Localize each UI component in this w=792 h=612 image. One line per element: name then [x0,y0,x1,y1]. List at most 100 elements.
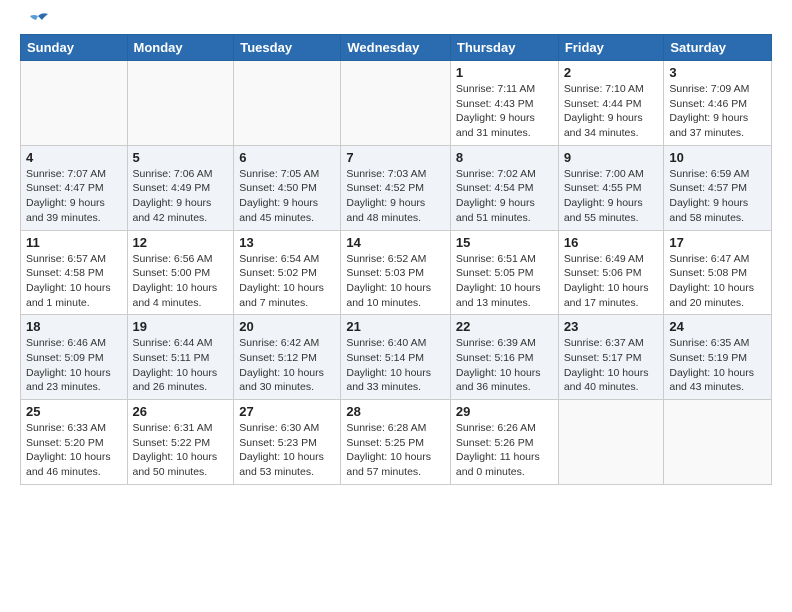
day-info: Sunrise: 6:40 AM Sunset: 5:14 PM Dayligh… [346,336,445,395]
calendar-day-cell: 7 Sunrise: 7:03 AM Sunset: 4:52 PM Daylig… [341,145,451,230]
day-number: 20 [239,319,335,334]
day-number: 1 [456,65,553,80]
day-number: 2 [564,65,659,80]
logo [20,16,50,26]
day-number: 9 [564,150,659,165]
day-info: Sunrise: 6:37 AM Sunset: 5:17 PM Dayligh… [564,336,659,395]
day-info: Sunrise: 6:56 AM Sunset: 5:00 PM Dayligh… [133,252,229,311]
calendar-header-wednesday: Wednesday [341,35,451,61]
day-number: 8 [456,150,553,165]
day-number: 13 [239,235,335,250]
calendar-header-thursday: Thursday [450,35,558,61]
calendar-week-row: 18 Sunrise: 6:46 AM Sunset: 5:09 PM Dayli… [21,315,772,400]
day-info: Sunrise: 7:05 AM Sunset: 4:50 PM Dayligh… [239,167,335,226]
day-info: Sunrise: 6:49 AM Sunset: 5:06 PM Dayligh… [564,252,659,311]
day-info: Sunrise: 7:02 AM Sunset: 4:54 PM Dayligh… [456,167,553,226]
calendar-header-monday: Monday [127,35,234,61]
day-info: Sunrise: 6:54 AM Sunset: 5:02 PM Dayligh… [239,252,335,311]
calendar-day-cell [341,61,451,146]
day-number: 4 [26,150,122,165]
calendar-day-cell: 4 Sunrise: 7:07 AM Sunset: 4:47 PM Daylig… [21,145,128,230]
day-info: Sunrise: 6:33 AM Sunset: 5:20 PM Dayligh… [26,421,122,480]
calendar-week-row: 4 Sunrise: 7:07 AM Sunset: 4:47 PM Daylig… [21,145,772,230]
day-number: 12 [133,235,229,250]
day-info: Sunrise: 7:03 AM Sunset: 4:52 PM Dayligh… [346,167,445,226]
day-info: Sunrise: 6:59 AM Sunset: 4:57 PM Dayligh… [669,167,766,226]
calendar-day-cell: 8 Sunrise: 7:02 AM Sunset: 4:54 PM Daylig… [450,145,558,230]
day-number: 17 [669,235,766,250]
calendar-day-cell: 27 Sunrise: 6:30 AM Sunset: 5:23 PM Dayli… [234,400,341,485]
calendar-day-cell: 17Sunrise: 6:47 AM Sunset: 5:08 PM Dayli… [664,230,772,315]
calendar-day-cell: 2 Sunrise: 7:10 AM Sunset: 4:44 PM Daylig… [558,61,664,146]
day-info: Sunrise: 6:28 AM Sunset: 5:25 PM Dayligh… [346,421,445,480]
calendar-day-cell: 25Sunrise: 6:33 AM Sunset: 5:20 PM Dayli… [21,400,128,485]
day-number: 22 [456,319,553,334]
calendar-day-cell [234,61,341,146]
day-info: Sunrise: 7:00 AM Sunset: 4:55 PM Dayligh… [564,167,659,226]
day-info: Sunrise: 6:26 AM Sunset: 5:26 PM Dayligh… [456,421,553,480]
calendar-day-cell: 6 Sunrise: 7:05 AM Sunset: 4:50 PM Daylig… [234,145,341,230]
calendar-day-cell: 28 Sunrise: 6:28 AM Sunset: 5:25 PM Dayli… [341,400,451,485]
day-info: Sunrise: 6:39 AM Sunset: 5:16 PM Dayligh… [456,336,553,395]
day-number: 29 [456,404,553,419]
day-number: 18 [26,319,122,334]
calendar-day-cell: 18 Sunrise: 6:46 AM Sunset: 5:09 PM Dayli… [21,315,128,400]
calendar-day-cell: 26 Sunrise: 6:31 AM Sunset: 5:22 PM Dayli… [127,400,234,485]
day-number: 6 [239,150,335,165]
calendar-day-cell: 22 Sunrise: 6:39 AM Sunset: 5:16 PM Dayli… [450,315,558,400]
calendar-week-row: 11Sunrise: 6:57 AM Sunset: 4:58 PM Dayli… [21,230,772,315]
calendar-day-cell: 12 Sunrise: 6:56 AM Sunset: 5:00 PM Dayli… [127,230,234,315]
day-info: Sunrise: 6:46 AM Sunset: 5:09 PM Dayligh… [26,336,122,395]
day-info: Sunrise: 7:10 AM Sunset: 4:44 PM Dayligh… [564,82,659,141]
day-number: 14 [346,235,445,250]
calendar-header-sunday: Sunday [21,35,128,61]
day-number: 19 [133,319,229,334]
calendar-day-cell: 21 Sunrise: 6:40 AM Sunset: 5:14 PM Dayli… [341,315,451,400]
logo-bird-icon [24,12,50,32]
calendar-week-row: 25Sunrise: 6:33 AM Sunset: 5:20 PM Dayli… [21,400,772,485]
day-number: 5 [133,150,229,165]
calendar-day-cell [127,61,234,146]
day-info: Sunrise: 6:35 AM Sunset: 5:19 PM Dayligh… [669,336,766,395]
day-number: 21 [346,319,445,334]
day-info: Sunrise: 6:51 AM Sunset: 5:05 PM Dayligh… [456,252,553,311]
day-number: 28 [346,404,445,419]
day-number: 16 [564,235,659,250]
calendar-day-cell: 20 Sunrise: 6:42 AM Sunset: 5:12 PM Dayli… [234,315,341,400]
day-info: Sunrise: 7:11 AM Sunset: 4:43 PM Dayligh… [456,82,553,141]
calendar-day-cell: 19 Sunrise: 6:44 AM Sunset: 5:11 PM Dayli… [127,315,234,400]
calendar-day-cell: 29 Sunrise: 6:26 AM Sunset: 5:26 PM Dayli… [450,400,558,485]
calendar-day-cell: 3 Sunrise: 7:09 AM Sunset: 4:46 PM Daylig… [664,61,772,146]
calendar-day-cell: 23 Sunrise: 6:37 AM Sunset: 5:17 PM Dayli… [558,315,664,400]
day-info: Sunrise: 6:30 AM Sunset: 5:23 PM Dayligh… [239,421,335,480]
day-info: Sunrise: 7:09 AM Sunset: 4:46 PM Dayligh… [669,82,766,141]
calendar-header-friday: Friday [558,35,664,61]
calendar-day-cell: 15 Sunrise: 6:51 AM Sunset: 5:05 PM Dayli… [450,230,558,315]
calendar-day-cell: 14 Sunrise: 6:52 AM Sunset: 5:03 PM Dayli… [341,230,451,315]
calendar-table: SundayMondayTuesdayWednesdayThursdayFrid… [20,34,772,485]
day-info: Sunrise: 6:31 AM Sunset: 5:22 PM Dayligh… [133,421,229,480]
day-number: 15 [456,235,553,250]
day-number: 3 [669,65,766,80]
calendar-header-saturday: Saturday [664,35,772,61]
calendar-day-cell: 13 Sunrise: 6:54 AM Sunset: 5:02 PM Dayli… [234,230,341,315]
day-number: 26 [133,404,229,419]
calendar-day-cell: 1 Sunrise: 7:11 AM Sunset: 4:43 PM Daylig… [450,61,558,146]
day-info: Sunrise: 6:42 AM Sunset: 5:12 PM Dayligh… [239,336,335,395]
page-header [20,16,772,26]
calendar-day-cell: 16 Sunrise: 6:49 AM Sunset: 5:06 PM Dayli… [558,230,664,315]
day-info: Sunrise: 6:52 AM Sunset: 5:03 PM Dayligh… [346,252,445,311]
calendar-day-cell [664,400,772,485]
day-number: 23 [564,319,659,334]
calendar-week-row: 1 Sunrise: 7:11 AM Sunset: 4:43 PM Daylig… [21,61,772,146]
calendar-day-cell: 9 Sunrise: 7:00 AM Sunset: 4:55 PM Daylig… [558,145,664,230]
day-number: 24 [669,319,766,334]
calendar-header-row: SundayMondayTuesdayWednesdayThursdayFrid… [21,35,772,61]
calendar-day-cell [21,61,128,146]
day-info: Sunrise: 7:07 AM Sunset: 4:47 PM Dayligh… [26,167,122,226]
day-info: Sunrise: 6:44 AM Sunset: 5:11 PM Dayligh… [133,336,229,395]
calendar-day-cell: 24 Sunrise: 6:35 AM Sunset: 5:19 PM Dayli… [664,315,772,400]
calendar-day-cell: 5Sunrise: 7:06 AM Sunset: 4:49 PM Daylig… [127,145,234,230]
day-number: 27 [239,404,335,419]
day-number: 7 [346,150,445,165]
